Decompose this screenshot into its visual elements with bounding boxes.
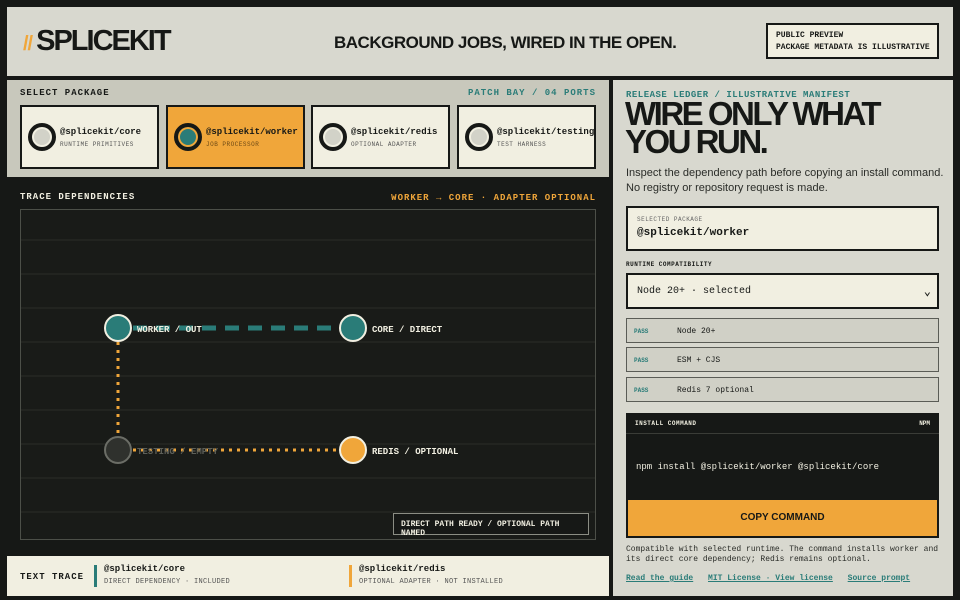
node-worker[interactable] [104,314,132,342]
port-dot-icon [465,123,493,151]
site-header: //SPLICEKIT BACKGROUND JOBS, WIRED IN TH… [7,7,953,76]
port-dot-icon [28,123,56,151]
node-label-core: CORE / DIRECT [372,325,443,335]
preview-line-2: PACKAGE METADATA IS ILLUSTRATIVE [776,43,930,52]
link-read-guide[interactable]: Read the guide [626,574,693,583]
node-label-worker: WORKER / OUT [137,325,202,335]
pass-badge: PASS [634,387,649,394]
selected-package-field: SELECTED PACKAGE @splicekit/worker [626,206,939,251]
package-name: @splicekit/worker [206,127,298,137]
trace-entry-core: @splicekit/core DIRECT DEPENDENCY · INCL… [94,564,230,588]
package-name: @splicekit/core [60,127,142,137]
ledger-intro: Inspect the dependency path before copyi… [626,167,944,194]
logo-text: SPLICEKIT [36,25,171,57]
node-label-testing: TESTING / EMPTY [137,447,219,457]
divider [626,433,939,434]
install-title: INSTALL COMMAND [635,420,697,427]
trace-path-summary: WORKER → CORE · ADAPTER OPTIONAL [391,193,596,203]
pass-badge: PASS [634,357,649,364]
selected-package-label: SELECTED PACKAGE [637,216,703,223]
link-source-prompt[interactable]: Source prompt [848,574,910,583]
package-card-core[interactable]: @splicekit/core RUNTIME PRIMITIVES [20,105,159,169]
chevron-down-icon: ⌄ [923,285,931,299]
check-text: ESM + CJS [677,356,721,365]
runtime-label: RUNTIME COMPATIBILITY [626,261,713,268]
tagline: BACKGROUND JOBS, WIRED IN THE OPEN. [334,33,677,52]
trace-entry-name: @splicekit/redis [359,564,446,574]
node-redis[interactable] [339,436,367,464]
install-command-text[interactable]: npm install @splicekit/worker @splicekit… [636,462,879,472]
preview-line-1: PUBLIC PREVIEW [776,31,844,40]
pass-badge: PASS [634,328,649,335]
text-trace-bar: TEXT TRACE @splicekit/core DIRECT DEPEND… [7,556,609,596]
trace-entry-detail: OPTIONAL ADAPTER · NOT INSTALLED [359,578,504,586]
logo[interactable]: //SPLICEKIT [23,25,172,58]
node-core[interactable] [339,314,367,342]
trace-color-bar [94,565,97,587]
package-desc: TEST HARNESS [497,141,547,148]
trace-dependencies-panel: TRACE DEPENDENCIES WORKER → CORE · ADAPT… [7,181,609,552]
check-row: PASS ESM + CJS [626,347,939,372]
ledger-headline: WIRE ONLY WHAT YOU RUN. [625,95,882,160]
logo-slash: // [23,33,33,55]
package-selector: SELECT PACKAGE PATCH BAY / 04 PORTS @spl… [7,80,609,177]
package-name: @splicekit/testing [497,127,595,137]
patch-bay-label: PATCH BAY / 04 PORTS [467,88,596,98]
package-card-testing[interactable]: @splicekit/testing TEST HARNESS [457,105,596,169]
dependency-graph: WORKER / OUT CORE / DIRECT TESTING / EMP… [20,209,596,540]
selected-package-value: @splicekit/worker [637,227,750,239]
trace-entry-redis: @splicekit/redis OPTIONAL ADAPTER · NOT … [349,564,503,588]
trace-entry-name: @splicekit/core [104,564,186,574]
copy-command-button[interactable]: COPY COMMAND [628,500,937,536]
package-desc: JOB PROCESSOR [206,141,260,148]
port-dot-icon [174,123,202,151]
runtime-select-value: Node 20+ · selected [637,286,752,297]
check-text: Redis 7 optional [677,386,754,395]
package-card-worker[interactable]: @splicekit/worker JOB PROCESSOR [166,105,305,169]
package-desc: RUNTIME PRIMITIVES [60,141,134,148]
node-testing[interactable] [104,436,132,464]
graph-status-badge: DIRECT PATH READY / OPTIONAL PATH NAMED [393,513,589,538]
runtime-select[interactable]: Node 20+ · selected ⌄ [626,273,939,309]
node-label-redis: REDIS / OPTIONAL [372,447,458,457]
package-name: @splicekit/redis [351,127,438,137]
link-license[interactable]: MIT License · View license [708,574,833,583]
graph-canvas: WORKER / OUT CORE / DIRECT TESTING / EMP… [21,239,595,513]
footer-links: Read the guide MIT License · View licens… [626,574,920,583]
install-command-panel: INSTALL COMMAND NPM npm install @splicek… [626,413,939,538]
check-row: PASS Node 20+ [626,318,939,343]
compatibility-note: Compatible with selected runtime. The co… [626,545,939,564]
port-dot-icon [319,123,347,151]
trace-entry-detail: DIRECT DEPENDENCY · INCLUDED [104,578,231,586]
package-desc: OPTIONAL ADAPTER [351,141,417,148]
check-text: Node 20+ [677,327,716,336]
text-trace-label: TEXT TRACE [20,572,85,582]
install-tool: NPM [919,420,930,427]
release-ledger: RELEASE LEDGER / ILLUSTRATIVE MANIFEST W… [613,80,953,596]
package-card-redis[interactable]: @splicekit/redis OPTIONAL ADAPTER [311,105,450,169]
trace-title: TRACE DEPENDENCIES [20,192,136,202]
graph-grid [21,239,595,513]
check-row: PASS Redis 7 optional [626,377,939,402]
select-package-label: SELECT PACKAGE [20,88,110,98]
trace-color-bar [349,565,352,587]
preview-notice: PUBLIC PREVIEW PACKAGE METADATA IS ILLUS… [766,23,939,59]
